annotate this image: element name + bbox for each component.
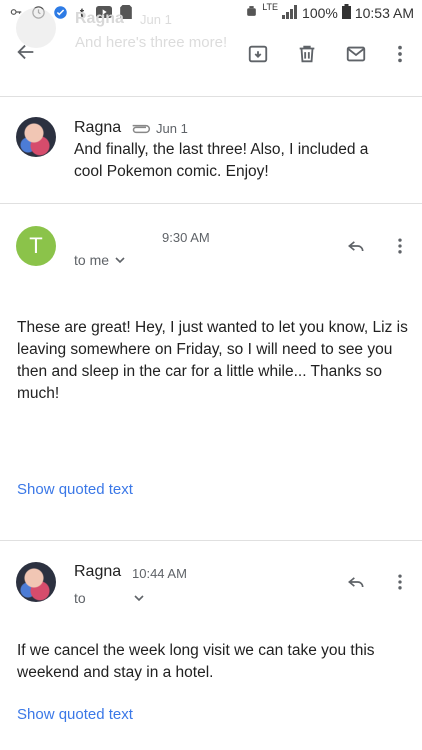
more-vert-icon[interactable]	[388, 42, 412, 66]
ghost-sender: Ragna	[75, 10, 124, 27]
status-bar: t LTE 100% 10:53 AM	[0, 0, 422, 26]
app-check-icon	[52, 4, 68, 20]
chevron-down-icon	[115, 251, 125, 269]
show-quoted-link[interactable]: Show quoted text	[17, 706, 133, 723]
more-vert-icon[interactable]	[388, 570, 412, 594]
ghost-date: Jun 1	[140, 12, 172, 27]
show-quoted-link[interactable]: Show quoted text	[17, 481, 133, 498]
avatar	[16, 562, 56, 602]
message-collapsed-1[interactable]: Ragna Jun 1 And finally, the last three!…	[0, 97, 422, 203]
message-time: 10:44 AM	[132, 566, 187, 581]
signal-icon	[282, 4, 298, 22]
archive-icon[interactable]	[246, 42, 270, 66]
mark-unread-icon[interactable]	[344, 42, 368, 66]
message-divider	[0, 540, 422, 541]
message-date: Jun 1	[156, 121, 188, 136]
attachment-icon	[131, 122, 151, 140]
reply-icon[interactable]	[344, 570, 368, 594]
network-type: LTE	[262, 2, 279, 12]
battery-percent: 100%	[302, 5, 338, 21]
message-snippet: And finally, the last three! Also, I inc…	[74, 141, 369, 180]
message-body: These are great! Hey, I just wanted to l…	[17, 319, 408, 402]
ghost-snippet: And here's three more!	[75, 34, 228, 51]
more-vert-icon[interactable]	[388, 234, 412, 258]
clock-time: 10:53 AM	[354, 5, 414, 21]
recipient-toggle[interactable]: to	[74, 589, 144, 607]
avatar	[16, 117, 56, 157]
recipient-label: to	[74, 590, 86, 606]
status-right: LTE 100% 10:53 AM	[245, 2, 414, 22]
alarm-icon	[245, 5, 258, 21]
battery-icon	[341, 4, 351, 22]
avatar: T	[16, 226, 56, 266]
recipient-toggle[interactable]: to me	[74, 251, 125, 269]
delete-icon[interactable]	[295, 42, 319, 66]
reply-icon[interactable]	[344, 234, 368, 258]
message-divider	[0, 203, 422, 204]
back-arrow-icon[interactable]	[14, 40, 38, 64]
chevron-down-icon	[134, 589, 144, 607]
recipient-label: to me	[74, 252, 110, 268]
sender-name: Ragna	[74, 563, 122, 580]
message-time: 9:30 AM	[162, 230, 210, 245]
sender-name: Ragna	[74, 119, 122, 136]
message-body: If we cancel the week long visit we can …	[17, 642, 375, 681]
